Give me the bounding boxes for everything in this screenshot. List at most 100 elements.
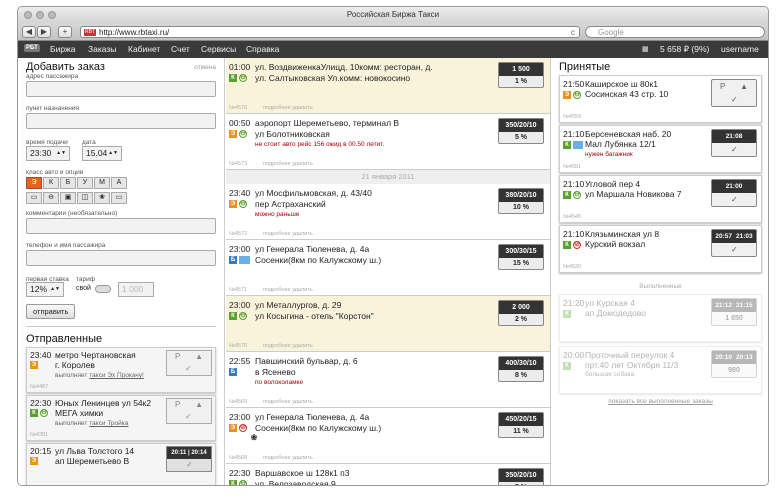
order-row[interactable]: 00:50 Э ⊖ аэропорт Шереметьево, терминал Ву… bbox=[226, 114, 550, 170]
stepper-icon[interactable]: ▲▼ bbox=[50, 283, 60, 296]
address-bar[interactable]: RBT http://www.rbtaxi.ru/c bbox=[80, 26, 580, 38]
confirm-button[interactable]: ✓ bbox=[185, 364, 192, 373]
class-universal-toggle[interactable]: У bbox=[77, 177, 93, 189]
accepted-to: Мал Лубянка 12/1 bbox=[585, 139, 656, 149]
calculator-icon[interactable]: ▦ bbox=[642, 41, 649, 58]
order-actions-links[interactable]: подробнее удалить bbox=[263, 161, 313, 167]
card-option-icon[interactable]: ▭ bbox=[26, 192, 42, 204]
stepper-icon[interactable]: ▲▼ bbox=[108, 147, 118, 160]
park-button[interactable]: P bbox=[720, 82, 725, 91]
search-input[interactable]: Google bbox=[585, 26, 765, 38]
confirm-button[interactable]: ✓ bbox=[185, 412, 192, 421]
price-box[interactable]: 450/20/15 11 % bbox=[498, 412, 544, 438]
nav-item-orders[interactable]: Заказы bbox=[88, 41, 116, 58]
carrier-link[interactable]: такси Эх Прокачу! bbox=[89, 372, 144, 379]
class-minivan-toggle[interactable]: М bbox=[94, 177, 110, 189]
accepted-item[interactable]: 21:50 Э ⊖ Каширское ш 80к1 Сосинская 43 стр.… bbox=[559, 75, 762, 123]
nav-item-birzha[interactable]: Биржа bbox=[50, 41, 75, 58]
order-actions-links[interactable]: подробнее удалить bbox=[263, 231, 313, 237]
order-actions-links[interactable]: подробнее удалить bbox=[263, 105, 313, 111]
class-eco-toggle[interactable]: Э bbox=[26, 177, 42, 189]
site-logo[interactable]: РБТ bbox=[24, 44, 40, 52]
carrier-link[interactable]: такси Тройка bbox=[89, 420, 128, 427]
baggage-option-icon[interactable]: ▣ bbox=[60, 192, 76, 204]
order-row[interactable]: 23:00 К ⊖ ул Металлургов, д. 29 ул Косыгина … bbox=[226, 296, 550, 352]
child-seat-option-icon[interactable]: ◫ bbox=[77, 192, 93, 204]
nav-item-cabinet[interactable]: Кабинет bbox=[128, 41, 160, 58]
reload-icon[interactable]: c bbox=[571, 27, 575, 38]
back-button[interactable]: ◀ bbox=[22, 26, 36, 38]
no-smoking-option-icon[interactable]: ⊖ bbox=[43, 192, 59, 204]
close-window-icon[interactable] bbox=[24, 11, 32, 19]
order-row[interactable]: 23:00 Э ⊘ ❀ ул Генерала Тюленева, д. 4а Сосен… bbox=[226, 408, 550, 464]
accepted-item[interactable]: 21:10 К ⊖ Угловой пер 4 ул Маршала Новикова … bbox=[559, 175, 762, 223]
destination-input[interactable] bbox=[26, 113, 216, 129]
own-tariff-input[interactable]: 1 000 bbox=[118, 282, 154, 297]
nav-item-account[interactable]: Счет bbox=[171, 41, 190, 58]
pickup-input[interactable] bbox=[26, 81, 216, 97]
confirm-button[interactable]: ✓ bbox=[731, 145, 738, 154]
class-comfort-toggle[interactable]: К bbox=[43, 177, 59, 189]
price-box[interactable]: 300/30/15 15 % bbox=[498, 244, 544, 270]
order-actions-links[interactable]: подробнее удалить bbox=[263, 399, 313, 405]
date-input[interactable]: 15.04 ▲▼ bbox=[82, 146, 122, 161]
forward-button[interactable]: ▶ bbox=[37, 26, 51, 38]
class-business-toggle[interactable]: Б bbox=[60, 177, 76, 189]
raise-button[interactable]: ▲ bbox=[740, 82, 748, 91]
sent-item[interactable]: 22:30 К ⊖ Юных Ленинцев ул 54к2 МЕГА хим… bbox=[26, 395, 216, 441]
price-box[interactable]: 1 500 1 % bbox=[498, 62, 544, 88]
minimize-window-icon[interactable] bbox=[36, 11, 44, 19]
order-row[interactable]: 22:55 Б Павшинский бульвар, д. 6в Ясенево п… bbox=[226, 352, 550, 408]
order-row[interactable]: 23:00 Бул Генерала Тюленева, д. 4а Сосенки… bbox=[226, 240, 550, 296]
nav-item-help[interactable]: Справка bbox=[246, 41, 279, 58]
stepper-icon[interactable]: ▲▼ bbox=[56, 147, 66, 160]
done-item[interactable]: 21:20 Кул Курская 4 ап Домодедово 21:12 21:1… bbox=[559, 294, 762, 342]
show-all-done-link[interactable]: показать все выполненные заказы bbox=[559, 398, 762, 405]
ticket-option-icon[interactable]: ▭ bbox=[111, 192, 127, 204]
left-column: Добавить заказ отмена адрес пассажира пу… bbox=[18, 58, 225, 485]
order-row[interactable]: 01:00 К ⊖ ул. ВоздвиженкаУлицд. 10комм: рес… bbox=[226, 58, 550, 114]
date-label: дата bbox=[82, 139, 96, 146]
done-time: 20:00 bbox=[563, 350, 585, 360]
price-box[interactable]: 350/20/105 % bbox=[498, 118, 544, 144]
accepted-item[interactable]: 21:10 К ⊘ Клязьминская ул 8 Курский вокзал №4… bbox=[559, 225, 762, 273]
order-row[interactable]: 22:30 К ⊖ Варшавское ш 128к1 п3 ул. Велозаво… bbox=[226, 464, 550, 485]
zoom-window-icon[interactable] bbox=[48, 11, 56, 19]
username[interactable]: username bbox=[721, 41, 759, 58]
time-input[interactable]: 23:30 ▲▼ bbox=[26, 146, 70, 161]
order-actions-links[interactable]: подробнее удалить bbox=[263, 455, 313, 461]
bid-select[interactable]: 12% ▲▼ bbox=[26, 282, 64, 297]
done-item[interactable]: 20:00 К Проточный переулок 4 прт.40 лет Окт… bbox=[559, 346, 762, 394]
sent-item[interactable]: 20:15 Э ул Льва Толстого 14 ап Шереметье… bbox=[26, 443, 216, 485]
price-box[interactable]: 400/30/10 8 % bbox=[498, 356, 544, 382]
price-box[interactable]: 350/20/105 % bbox=[498, 468, 544, 485]
confirm-button[interactable]: ✓ bbox=[731, 95, 738, 104]
price-box[interactable]: 380/20/10 10 % bbox=[498, 188, 544, 214]
phone-input[interactable] bbox=[26, 250, 216, 266]
price-box[interactable]: 2 000 2 % bbox=[498, 300, 544, 326]
nav-item-services[interactable]: Сервисы bbox=[201, 41, 236, 58]
cancel-link[interactable]: отмена bbox=[194, 64, 216, 71]
order-row[interactable]: 23:40 Э ⊖ ул Мосфильмовская, д. 43/40 пер Ас… bbox=[226, 184, 550, 240]
new-tab-button[interactable]: + bbox=[58, 26, 72, 38]
raise-button[interactable]: ▲ bbox=[195, 352, 203, 361]
submit-order-button[interactable]: отправить bbox=[26, 304, 76, 319]
confirm-button[interactable]: ✓ bbox=[731, 195, 738, 204]
balance[interactable]: 5 658 ₽ (9%) bbox=[660, 41, 709, 58]
confirm-button[interactable]: ✓ bbox=[186, 460, 193, 469]
pet-option-icon[interactable]: ❀ bbox=[94, 192, 110, 204]
park-button[interactable]: P bbox=[175, 352, 180, 361]
accepted-item[interactable]: 21:10 К Берсеневская наб. 20 Мал Лубянка 12… bbox=[559, 125, 762, 173]
class-a-toggle[interactable]: А bbox=[111, 177, 127, 189]
price-top: 2 000 bbox=[499, 301, 543, 314]
comments-input[interactable] bbox=[26, 218, 216, 234]
raise-button[interactable]: ▲ bbox=[195, 400, 203, 409]
destination-label: пункт назначения bbox=[26, 105, 79, 112]
sent-item[interactable]: 23:40 Э метро Чертановская г. Королев вы… bbox=[26, 347, 216, 393]
park-button[interactable]: P bbox=[175, 400, 180, 409]
confirm-button[interactable]: ✓ bbox=[731, 245, 738, 254]
order-actions-links[interactable]: подробнее удалить bbox=[263, 287, 313, 293]
order-actions-links[interactable]: подробнее удалить bbox=[263, 343, 313, 349]
sent-from: метро Чертановская bbox=[55, 350, 136, 360]
own-tariff-toggle[interactable] bbox=[95, 285, 111, 293]
